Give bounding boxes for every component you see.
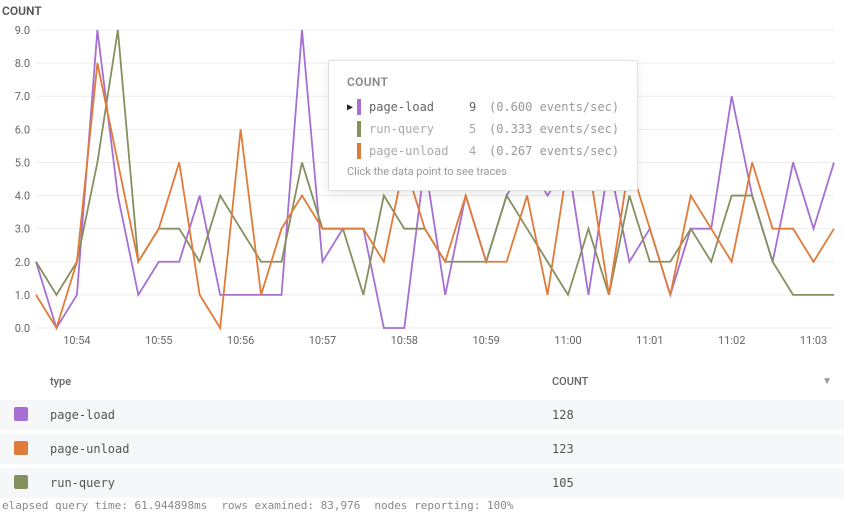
tooltip-row[interactable]: ▶ page-load9(0.600 events/sec) [347, 99, 619, 115]
svg-text:10:59: 10:59 [472, 334, 499, 347]
col-header-type[interactable]: type [50, 375, 552, 388]
chart-area[interactable]: 0.0 1.0 2.0 3.0 4.0 5.0 6.0 7.0 8.0 9.0 10:54 10:55… [0, 18, 844, 358]
series-swatch [357, 121, 361, 137]
svg-text:10:56: 10:56 [227, 334, 254, 347]
table-header-row: type COUNT ▼ [0, 366, 844, 396]
rows-examined: rows examined: 83,976 [221, 499, 360, 512]
tooltip-series-rate: (0.333 events/sec) [489, 122, 619, 136]
table-row[interactable]: page-load128 [0, 400, 844, 430]
tooltip-series-value: 9 [469, 100, 489, 114]
row-type: page-unload [50, 442, 552, 456]
series-swatch [357, 99, 361, 115]
svg-text:1.0: 1.0 [15, 289, 30, 302]
svg-text:11:00: 11:00 [554, 334, 581, 347]
results-table: type COUNT ▼ page-load128 page-unload123 r… [0, 366, 844, 498]
elapsed-time: elapsed query time: 61.944898ms [2, 499, 207, 512]
tooltip: COUNT ▶ page-load9(0.600 events/sec) run-q… [328, 60, 638, 191]
row-type: run-query [50, 476, 552, 490]
row-count: 105 [552, 476, 832, 490]
svg-text:7.0: 7.0 [15, 90, 30, 103]
svg-text:4.0: 4.0 [15, 190, 30, 203]
tooltip-series-value: 5 [469, 122, 489, 136]
tooltip-series-name: run-query [369, 122, 469, 136]
series-swatch [14, 407, 28, 421]
svg-text:0.0: 0.0 [15, 322, 30, 335]
query-footer: elapsed query time: 61.944898ms rows exa… [2, 499, 514, 512]
svg-text:10:58: 10:58 [391, 334, 418, 347]
series-swatch [357, 143, 361, 159]
tooltip-series-rate: (0.600 events/sec) [489, 100, 619, 114]
tooltip-title: COUNT [347, 75, 619, 89]
sort-desc-icon: ▼ [822, 376, 832, 387]
svg-text:10:54: 10:54 [63, 334, 90, 347]
series-swatch [14, 441, 28, 455]
row-count: 123 [552, 442, 832, 456]
row-count: 128 [552, 408, 832, 422]
nodes-reporting: nodes reporting: 100% [374, 499, 513, 512]
row-type: page-load [50, 408, 552, 422]
tooltip-series-value: 4 [469, 144, 489, 158]
svg-text:11:01: 11:01 [636, 334, 663, 347]
tooltip-series-name: page-load [369, 100, 469, 114]
svg-text:8.0: 8.0 [15, 57, 30, 70]
chart-title: COUNT [0, 0, 844, 18]
tooltip-row[interactable]: run-query5(0.333 events/sec) [347, 121, 619, 137]
tooltip-hint: Click the data point to see traces [347, 165, 619, 178]
table-row[interactable]: run-query105 [0, 468, 844, 498]
series-swatch [14, 475, 28, 489]
table-row[interactable]: page-unload123 [0, 434, 844, 464]
active-marker-icon: ▶ [347, 102, 357, 113]
svg-text:5.0: 5.0 [15, 156, 30, 169]
svg-text:6.0: 6.0 [15, 123, 30, 136]
svg-text:11:03: 11:03 [800, 334, 827, 347]
svg-text:10:57: 10:57 [309, 334, 336, 347]
svg-text:3.0: 3.0 [15, 223, 30, 236]
svg-text:11:02: 11:02 [718, 334, 745, 347]
tooltip-series-name: page-unload [369, 144, 469, 158]
svg-text:2.0: 2.0 [15, 256, 30, 269]
col-header-count[interactable]: COUNT ▼ [552, 375, 832, 388]
tooltip-row[interactable]: page-unload4(0.267 events/sec) [347, 143, 619, 159]
col-header-count-label: COUNT [552, 375, 588, 388]
svg-text:10:55: 10:55 [145, 334, 172, 347]
svg-text:9.0: 9.0 [15, 24, 30, 37]
tooltip-series-rate: (0.267 events/sec) [489, 144, 619, 158]
